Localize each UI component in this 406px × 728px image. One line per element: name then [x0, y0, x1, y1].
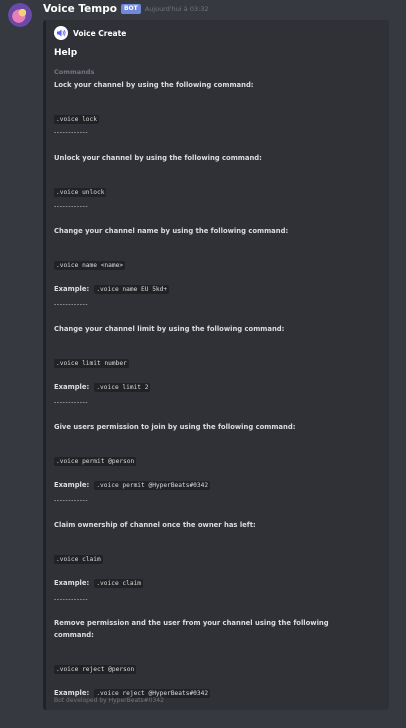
example-label: Example: — [54, 579, 90, 587]
section-text: Lock your channel by using the following… — [54, 81, 254, 89]
example-code: .voice limit 2 — [94, 383, 151, 392]
command-code: .voice claim — [54, 555, 103, 564]
example-label: Example: — [54, 689, 90, 697]
field-name: Commands — [54, 68, 95, 76]
example-code: .voice permit @HyperBeats#0342 — [94, 481, 211, 490]
section-text: Change your channel limit by using the f… — [54, 325, 285, 333]
help-embed: Voice Create Help Commands Lock your cha… — [43, 20, 389, 710]
bot-avatar[interactable] — [8, 3, 32, 27]
embed-title: Help — [54, 48, 78, 58]
separator: ------------ — [54, 300, 89, 308]
section-text: Unlock your channel by using the followi… — [54, 154, 262, 162]
username[interactable]: Voice Tempo — [43, 3, 117, 15]
example-code: .voice name EU 5kd+ — [94, 285, 170, 294]
separator: ------------ — [54, 128, 89, 136]
embed-footer: Bot developed by HyperBeats#0342 — [54, 697, 164, 704]
command-code: .voice lock — [54, 115, 99, 124]
separator: ------------ — [54, 595, 89, 603]
embed-author-name: Voice Create — [73, 28, 127, 38]
bot-badge: BOT — [120, 4, 141, 14]
message-header: Voice Tempo BOT Aujourd'hui à 03:32 — [43, 1, 209, 17]
section-text: Remove permission and the user from your… — [54, 619, 329, 627]
separator: ------------ — [54, 496, 89, 504]
section-text: Change your channel name by using the fo… — [54, 227, 289, 235]
section-text: Give users permission to join by using t… — [54, 423, 296, 431]
section-text: Claim ownership of channel once the owne… — [54, 521, 256, 529]
example-code: .voice claim — [94, 579, 144, 588]
section-text: command: — [54, 631, 94, 639]
command-code: .voice unlock — [54, 188, 107, 197]
example-label: Example: — [54, 383, 90, 391]
command-code: .voice reject @person — [54, 665, 137, 674]
example-label: Example: — [54, 481, 90, 489]
command-code: .voice name <name> — [54, 261, 126, 270]
embed-author: Voice Create — [54, 26, 126, 40]
message-timestamp: Aujourd'hui à 03:32 — [144, 5, 209, 13]
separator: ------------ — [54, 398, 89, 406]
speaker-icon — [54, 26, 68, 40]
separator: ------------ — [54, 202, 89, 210]
example-label: Example: — [54, 285, 90, 293]
command-code: .voice limit number — [54, 359, 129, 368]
command-code: .voice permit @person — [54, 457, 137, 466]
